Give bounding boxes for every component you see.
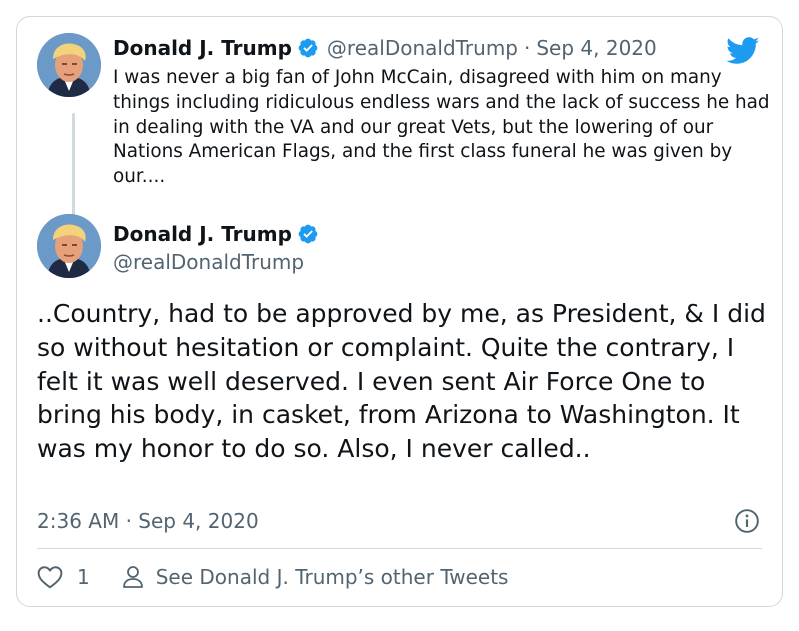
author-handle[interactable]: @realDonaldTrump	[113, 250, 304, 274]
tweet-date[interactable]: Sep 4, 2020	[536, 36, 656, 60]
separator-dot: ·	[524, 36, 531, 60]
tweet2-header: Donald J. Trump	[113, 222, 319, 246]
person-icon	[122, 566, 143, 588]
author-name[interactable]: Donald J. Trump	[113, 222, 292, 246]
heart-icon	[37, 566, 63, 589]
tweet1-text: I was never a big fan of John McCain, di…	[113, 67, 770, 188]
thread-connector	[72, 113, 75, 223]
verified-badge-icon	[298, 38, 318, 58]
like-button[interactable]: 1	[37, 565, 90, 589]
other-tweets-link[interactable]: See Donald J. Trump’s other Tweets	[122, 565, 509, 589]
action-bar: 1 See Donald J. Trump’s other Tweets	[37, 565, 508, 589]
tweet-timestamp[interactable]: 2:36 AM · Sep 4, 2020	[37, 509, 259, 533]
avatar[interactable]	[37, 33, 101, 97]
tweet1-header: Donald J. Trump @realDonaldTrump · Sep 4…	[113, 36, 657, 60]
like-count: 1	[77, 565, 90, 589]
avatar-image	[37, 214, 101, 278]
tweet-embed-card: Donald J. Trump @realDonaldTrump · Sep 4…	[16, 16, 783, 607]
author-name[interactable]: Donald J. Trump	[113, 36, 292, 60]
author-handle[interactable]: @realDonaldTrump	[327, 36, 518, 60]
divider	[37, 548, 762, 549]
tweet2-text: ..Country, had to be approved by me, as …	[37, 299, 766, 464]
twitter-bird-icon[interactable]	[726, 37, 760, 65]
verified-badge-icon	[298, 224, 318, 244]
info-icon[interactable]	[734, 508, 760, 534]
avatar[interactable]	[37, 214, 101, 278]
avatar-image	[37, 33, 101, 97]
other-tweets-label: See Donald J. Trump’s other Tweets	[155, 565, 509, 589]
